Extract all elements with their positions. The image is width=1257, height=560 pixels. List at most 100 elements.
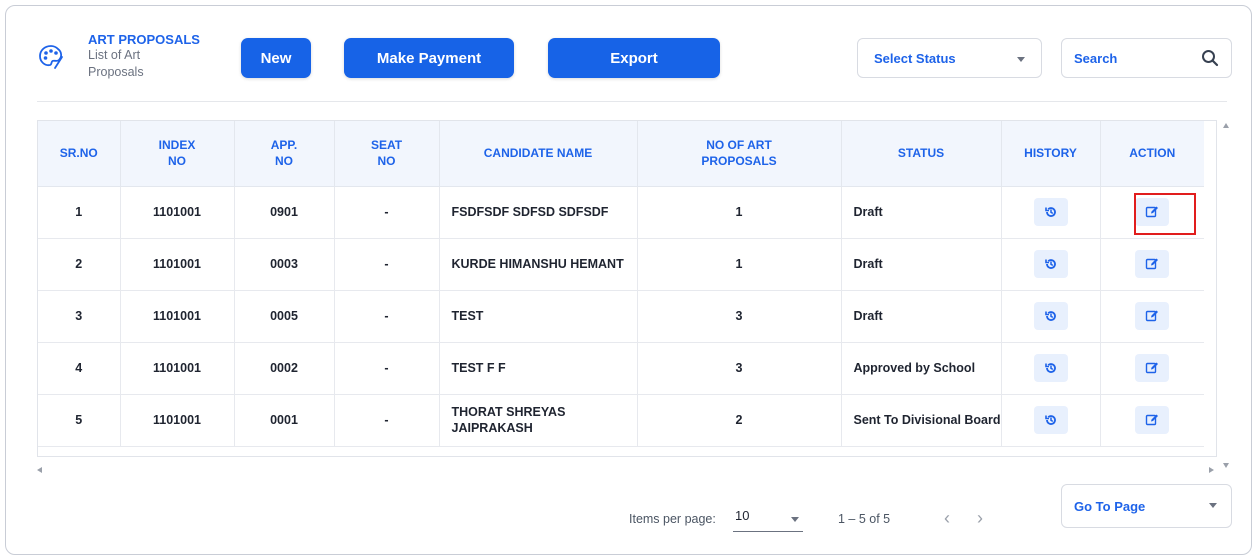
- cell-sr-no: 1: [38, 186, 121, 239]
- items-per-page-value: 10: [735, 508, 750, 523]
- previous-page-icon[interactable]: ‹: [944, 508, 950, 529]
- column-header-seat-no: SEAT NO: [334, 121, 440, 187]
- chevron-down-icon: [791, 517, 799, 522]
- proposals-table: SR.NO INDEX NO APP. NO SEAT NO CANDIDATE…: [38, 121, 1204, 447]
- scroll-left-icon[interactable]: [37, 467, 42, 473]
- go-to-page-label: Go To Page: [1074, 498, 1146, 514]
- cell-app-no: 0901: [234, 186, 335, 239]
- column-header-no-of-art-proposals: NO OF ART PROPOSALS: [637, 121, 842, 187]
- table-row: 3 1101001 0005- TEST 3 Draft: [38, 290, 1204, 343]
- table-row: 4 1101001 0002- TEST F F 3 Approved by School: [38, 342, 1204, 395]
- edit-icon[interactable]: [1135, 406, 1170, 434]
- table-row: 5 1101001 0001- THORAT SHREYAS JAIPRAKASH 2 S…: [38, 394, 1204, 447]
- table-header-row: SR.NO INDEX NO APP. NO SEAT NO CANDIDATE…: [38, 121, 1204, 187]
- horizontal-scrollbar[interactable]: [37, 464, 1217, 476]
- column-header-action: ACTION: [1100, 121, 1204, 187]
- cell-app-no: 0003: [234, 238, 335, 291]
- scroll-down-icon[interactable]: [1223, 463, 1229, 468]
- cell-history: [1001, 394, 1101, 447]
- cell-action: [1100, 186, 1204, 239]
- page-title: ART PROPOSALS: [88, 32, 200, 47]
- chevron-down-icon: [1017, 57, 1025, 62]
- cell-index-no: 1101001: [120, 290, 235, 343]
- cell-candidate-name: TEST: [439, 290, 638, 343]
- pagination-range: 1 – 5 of 5: [838, 512, 891, 526]
- scroll-right-icon[interactable]: [1209, 467, 1214, 473]
- cell-sr-no: 3: [38, 290, 121, 343]
- export-button[interactable]: Export: [548, 38, 720, 78]
- column-header-history: HISTORY: [1001, 121, 1101, 187]
- vertical-scrollbar[interactable]: [1221, 123, 1231, 475]
- edit-icon[interactable]: [1135, 302, 1170, 330]
- edit-icon[interactable]: [1135, 354, 1170, 382]
- go-to-page-select[interactable]: Go To Page: [1061, 484, 1232, 528]
- cell-seat-no: -: [334, 342, 440, 395]
- cell-history: [1001, 342, 1101, 395]
- cell-action: [1100, 342, 1204, 395]
- column-header-sr-no: SR.NO: [38, 121, 121, 187]
- proposals-table-wrapper: SR.NO INDEX NO APP. NO SEAT NO CANDIDATE…: [37, 120, 1217, 457]
- new-button[interactable]: New: [241, 38, 311, 78]
- art-proposals-card: ART PROPOSALS List of Art Proposals New …: [17, 13, 1237, 549]
- items-per-page-label: Items per page:: [629, 512, 716, 526]
- table-row: 1 1101001 0901- FSDFSDF SDFSD SDFSDF 1 Draft: [38, 186, 1204, 239]
- cell-action: [1100, 290, 1204, 343]
- status-select[interactable]: Select Status: [857, 38, 1042, 78]
- column-header-status: STATUS: [841, 121, 1002, 187]
- history-icon[interactable]: [1033, 250, 1068, 278]
- cell-status: Draft: [841, 238, 1002, 291]
- cell-sr-no: 5: [38, 394, 121, 447]
- cell-candidate-name: TEST F F: [439, 342, 638, 395]
- cell-sr-no: 2: [38, 238, 121, 291]
- cell-sr-no: 4: [38, 342, 121, 395]
- cell-status: Approved by School: [841, 342, 1002, 395]
- cell-art-proposals-count: 2: [637, 394, 842, 447]
- cell-history: [1001, 186, 1101, 239]
- cell-seat-no: -: [334, 394, 440, 447]
- search-placeholder: Search: [1074, 50, 1118, 66]
- title-block: ART PROPOSALS List of Art Proposals: [88, 33, 200, 81]
- page-subtitle: List of Art Proposals: [88, 48, 144, 79]
- history-icon[interactable]: [1033, 302, 1068, 330]
- cell-status: Sent To Divisional Board: [841, 394, 1002, 447]
- history-icon[interactable]: [1033, 354, 1068, 382]
- cell-index-no: 1101001: [120, 238, 235, 291]
- cell-history: [1001, 290, 1101, 343]
- table-row: 2 1101001 0003- KURDE HIMANSHU HEMANT 1 Draft: [38, 238, 1204, 291]
- history-icon[interactable]: [1033, 406, 1068, 434]
- scroll-up-icon[interactable]: [1223, 123, 1229, 128]
- items-per-page-select[interactable]: 10: [733, 506, 803, 532]
- chevron-down-icon: [1209, 503, 1217, 508]
- column-header-index-no: INDEX NO: [120, 121, 235, 187]
- cell-index-no: 1101001: [120, 342, 235, 395]
- cell-index-no: 1101001: [120, 186, 235, 239]
- cell-status: Draft: [841, 290, 1002, 343]
- status-select-label: Select Status: [874, 50, 956, 66]
- next-page-icon[interactable]: ›: [977, 508, 983, 529]
- cell-art-proposals-count: 1: [637, 186, 842, 239]
- header-divider: [37, 101, 1227, 102]
- cell-candidate-name: FSDFSDF SDFSD SDFSDF: [439, 186, 638, 239]
- make-payment-button[interactable]: Make Payment: [344, 38, 514, 78]
- cell-seat-no: -: [334, 238, 440, 291]
- cell-art-proposals-count: 3: [637, 342, 842, 395]
- cell-seat-no: -: [334, 186, 440, 239]
- cell-app-no: 0005: [234, 290, 335, 343]
- column-header-app-no: APP. NO: [234, 121, 335, 187]
- cell-action: [1100, 394, 1204, 447]
- cell-app-no: 0001: [234, 394, 335, 447]
- cell-history: [1001, 238, 1101, 291]
- cell-candidate-name: THORAT SHREYAS JAIPRAKASH: [439, 394, 638, 447]
- edit-icon[interactable]: [1135, 198, 1170, 226]
- palette-icon: [39, 45, 63, 69]
- cell-index-no: 1101001: [120, 394, 235, 447]
- cell-seat-no: -: [334, 290, 440, 343]
- history-icon[interactable]: [1033, 198, 1068, 226]
- search-input[interactable]: Search: [1061, 38, 1232, 78]
- cell-action: [1100, 238, 1204, 291]
- cell-app-no: 0002: [234, 342, 335, 395]
- search-icon[interactable]: [1201, 49, 1219, 67]
- cell-candidate-name: KURDE HIMANSHU HEMANT: [439, 238, 638, 291]
- edit-icon[interactable]: [1135, 250, 1170, 278]
- cell-art-proposals-count: 1: [637, 238, 842, 291]
